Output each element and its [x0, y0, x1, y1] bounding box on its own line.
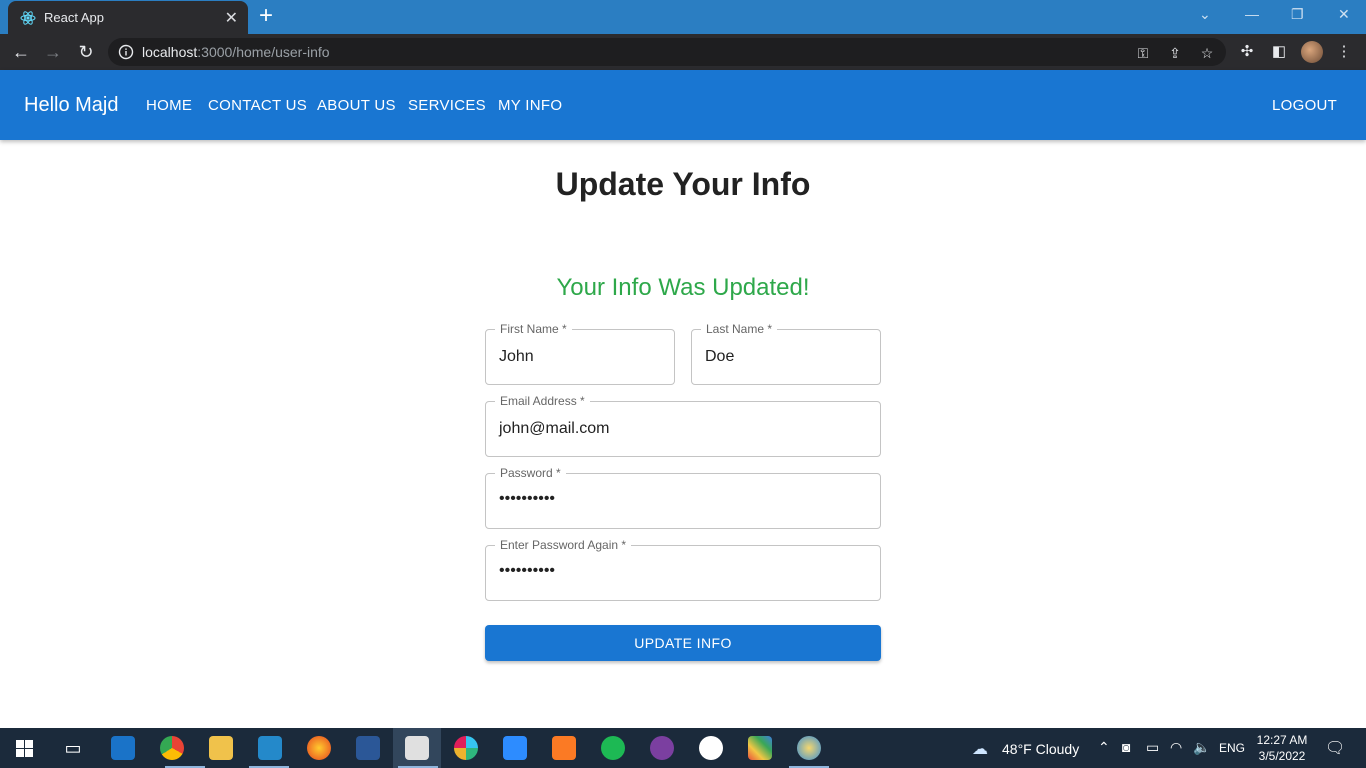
firefox-icon[interactable] — [307, 736, 331, 760]
weather-text[interactable]: 48°F Cloudy — [1002, 741, 1079, 757]
address-bar[interactable]: localhost:3000/home/user-info ⚿ ⇪ ☆ — [108, 38, 1226, 66]
last-name-value[interactable]: Doe — [705, 348, 734, 366]
first-name-field[interactable]: First Name * John — [485, 322, 675, 385]
browser-tab-strip: React App ✕ + ⌄ — ❐ ✕ — [0, 0, 1366, 34]
url-text: localhost:3000/home/user-info — [142, 44, 330, 60]
app-w-icon[interactable] — [699, 736, 723, 760]
minimize-icon[interactable]: — — [1245, 6, 1259, 22]
bookmark-star-icon[interactable]: ☆ — [1198, 44, 1216, 62]
brand-title: Hello Majd — [24, 94, 119, 116]
clock[interactable]: 12:27 AM 3/5/2022 — [1254, 732, 1310, 764]
language-indicator[interactable]: ENG — [1219, 741, 1245, 755]
menu-icon[interactable]: ⋮ — [1334, 42, 1354, 62]
clock-date: 3/5/2022 — [1258, 749, 1306, 763]
password-again-label: Enter Password Again * — [495, 538, 632, 552]
browser-toolbar: ← → ↻ localhost:3000/home/user-info ⚿ ⇪ … — [0, 34, 1366, 70]
chrome-icon[interactable] — [160, 736, 184, 760]
tab-search-icon[interactable]: ⌄ — [1199, 6, 1211, 23]
nav-my-info[interactable]: MY INFO — [498, 97, 562, 114]
xampp-icon[interactable] — [552, 736, 576, 760]
word-icon[interactable] — [356, 736, 380, 760]
nav-contact-us[interactable]: CONTACT US — [208, 97, 307, 114]
password-field[interactable]: Password * •••••••••• — [485, 466, 881, 529]
logout-button[interactable]: LOGOUT — [1272, 97, 1337, 114]
taskbar: ▭ ☁ 48°F Cloudy ⌃ ◙ ▭ ◠ 🔈 ENG 12:27 AM 3… — [0, 728, 1366, 768]
last-name-label: Last Name * — [701, 322, 778, 336]
update-info-button[interactable]: UPDATE INFO — [485, 625, 881, 661]
chevron-up-icon[interactable]: ⌃ — [1098, 739, 1110, 756]
mail-icon[interactable] — [111, 736, 135, 760]
last-name-field[interactable]: Last Name * Doe — [691, 322, 881, 385]
nav-home[interactable]: HOME — [146, 97, 192, 114]
battery-icon[interactable]: ▭ — [1146, 739, 1159, 756]
vscode-icon[interactable] — [258, 736, 282, 760]
file-explorer-icon[interactable] — [209, 736, 233, 760]
browser-tab[interactable]: React App ✕ — [8, 1, 248, 34]
key-icon[interactable]: ⚿ — [1134, 44, 1152, 62]
react-icon — [20, 11, 36, 25]
email-field[interactable]: Email Address * john@mail.com — [485, 394, 881, 457]
nav-about-us[interactable]: ABOUT US — [317, 97, 396, 114]
clock-time: 12:27 AM — [1256, 733, 1308, 747]
slack-icon[interactable] — [454, 736, 478, 760]
sourcetree-icon[interactable] — [748, 736, 772, 760]
paint-icon[interactable] — [797, 736, 821, 760]
forward-icon[interactable]: → — [42, 41, 64, 63]
podcast-icon[interactable] — [650, 736, 674, 760]
back-icon[interactable]: ← — [10, 41, 32, 63]
cloud-icon[interactable]: ☁ — [972, 739, 988, 759]
postman-icon[interactable] — [405, 736, 429, 760]
zoom-icon[interactable] — [503, 736, 527, 760]
email-value[interactable]: john@mail.com — [499, 420, 610, 438]
tab-title: React App — [44, 10, 104, 25]
windows-start-icon[interactable] — [16, 740, 33, 757]
url-path: :3000/home/user-info — [197, 44, 330, 60]
password-again-value[interactable]: •••••••••• — [499, 562, 555, 580]
wifi-icon[interactable]: ◠ — [1170, 739, 1182, 756]
password-label: Password * — [495, 466, 566, 480]
close-window-icon[interactable]: ✕ — [1338, 6, 1350, 23]
page-title: Update Your Info — [555, 166, 811, 202]
password-again-field[interactable]: Enter Password Again * •••••••••• — [485, 538, 881, 601]
password-value[interactable]: •••••••••• — [499, 490, 555, 508]
restore-icon[interactable]: ❐ — [1291, 6, 1304, 23]
extensions-icon[interactable]: ✣ — [1237, 42, 1257, 62]
meet-now-icon[interactable]: ◙ — [1122, 739, 1130, 755]
url-host: localhost — [142, 44, 198, 60]
nav-services[interactable]: SERVICES — [408, 97, 486, 114]
profile-avatar[interactable] — [1301, 41, 1323, 63]
first-name-label: First Name * — [495, 322, 572, 336]
new-tab-button[interactable]: + — [259, 4, 273, 28]
share-icon[interactable]: ⇪ — [1166, 44, 1184, 62]
close-tab-icon[interactable]: ✕ — [225, 8, 238, 28]
site-info-icon[interactable] — [118, 44, 134, 60]
task-view-icon[interactable]: ▭ — [61, 736, 85, 760]
success-message: Your Info Was Updated! — [556, 274, 810, 301]
first-name-value[interactable]: John — [499, 348, 534, 366]
app-bar: Hello Majd HOME CONTACT US ABOUT US SERV… — [0, 70, 1366, 140]
volume-icon[interactable]: 🔈 — [1193, 739, 1210, 756]
reload-icon[interactable]: ↻ — [75, 41, 97, 63]
notification-icon[interactable]: 🗨 — [1325, 738, 1345, 758]
email-label: Email Address * — [495, 394, 590, 408]
side-panel-icon[interactable]: ◧ — [1269, 42, 1289, 62]
spotify-icon[interactable] — [601, 736, 625, 760]
